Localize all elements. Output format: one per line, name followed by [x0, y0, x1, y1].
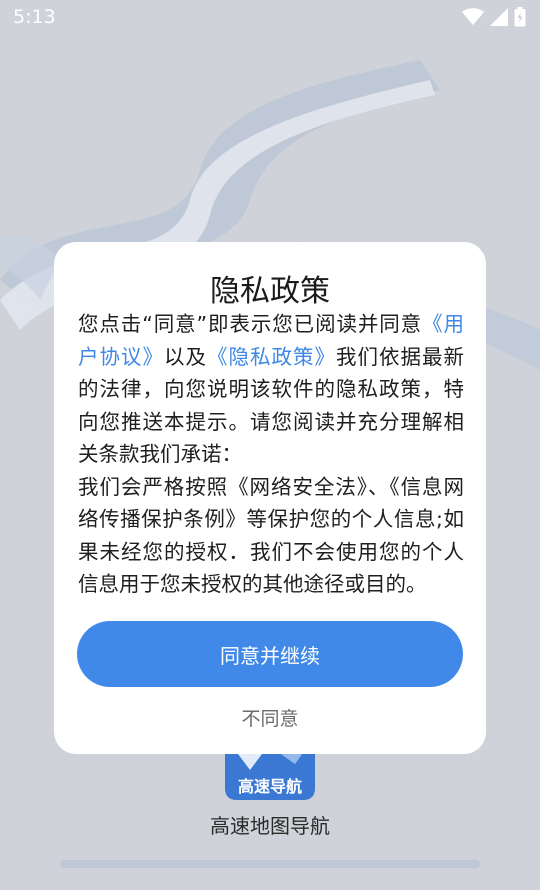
- privacy-policy-dialog: 隐私政策 您点击“同意”即表示您已阅读并同意《用户协议》以及《隐私政策》我们依据…: [54, 242, 486, 754]
- splash-screen: 5:13 高速导航 高速地图导航 隐私政策 您点击“同意”即表示您已阅读并同意《…: [0, 0, 540, 890]
- app-logo: 高速导航: [225, 750, 315, 800]
- cellular-signal-icon: [490, 8, 508, 26]
- dialog-title: 隐私政策: [210, 274, 330, 309]
- dialog-body: 您点击“同意”即表示您已阅读并同意《用户协议》以及《隐私政策》我们依据最新的法律…: [78, 308, 464, 601]
- and-text: 以及: [164, 344, 207, 369]
- status-icons: [462, 7, 526, 27]
- app-logo-text: 高速导航: [238, 777, 302, 796]
- status-time: 5:13: [13, 6, 56, 28]
- body-commitment-text: 我们会严格按照《网络安全法》、《信息网络传播保护条例》等保护您的个人信息;如果未…: [78, 474, 464, 597]
- wifi-icon: [462, 8, 484, 25]
- disagree-button[interactable]: 不同意: [54, 704, 486, 734]
- home-indicator[interactable]: [60, 860, 480, 868]
- status-bar: 5:13: [0, 0, 540, 36]
- battery-charging-icon: [514, 7, 526, 27]
- privacy-policy-link[interactable]: 《隐私政策》: [207, 345, 336, 369]
- agree-continue-button[interactable]: 同意并继续: [77, 621, 463, 687]
- app-name: 高速地图导航: [210, 814, 330, 838]
- body-intro-text: 您点击“同意”即表示您已阅读并同意: [78, 312, 423, 336]
